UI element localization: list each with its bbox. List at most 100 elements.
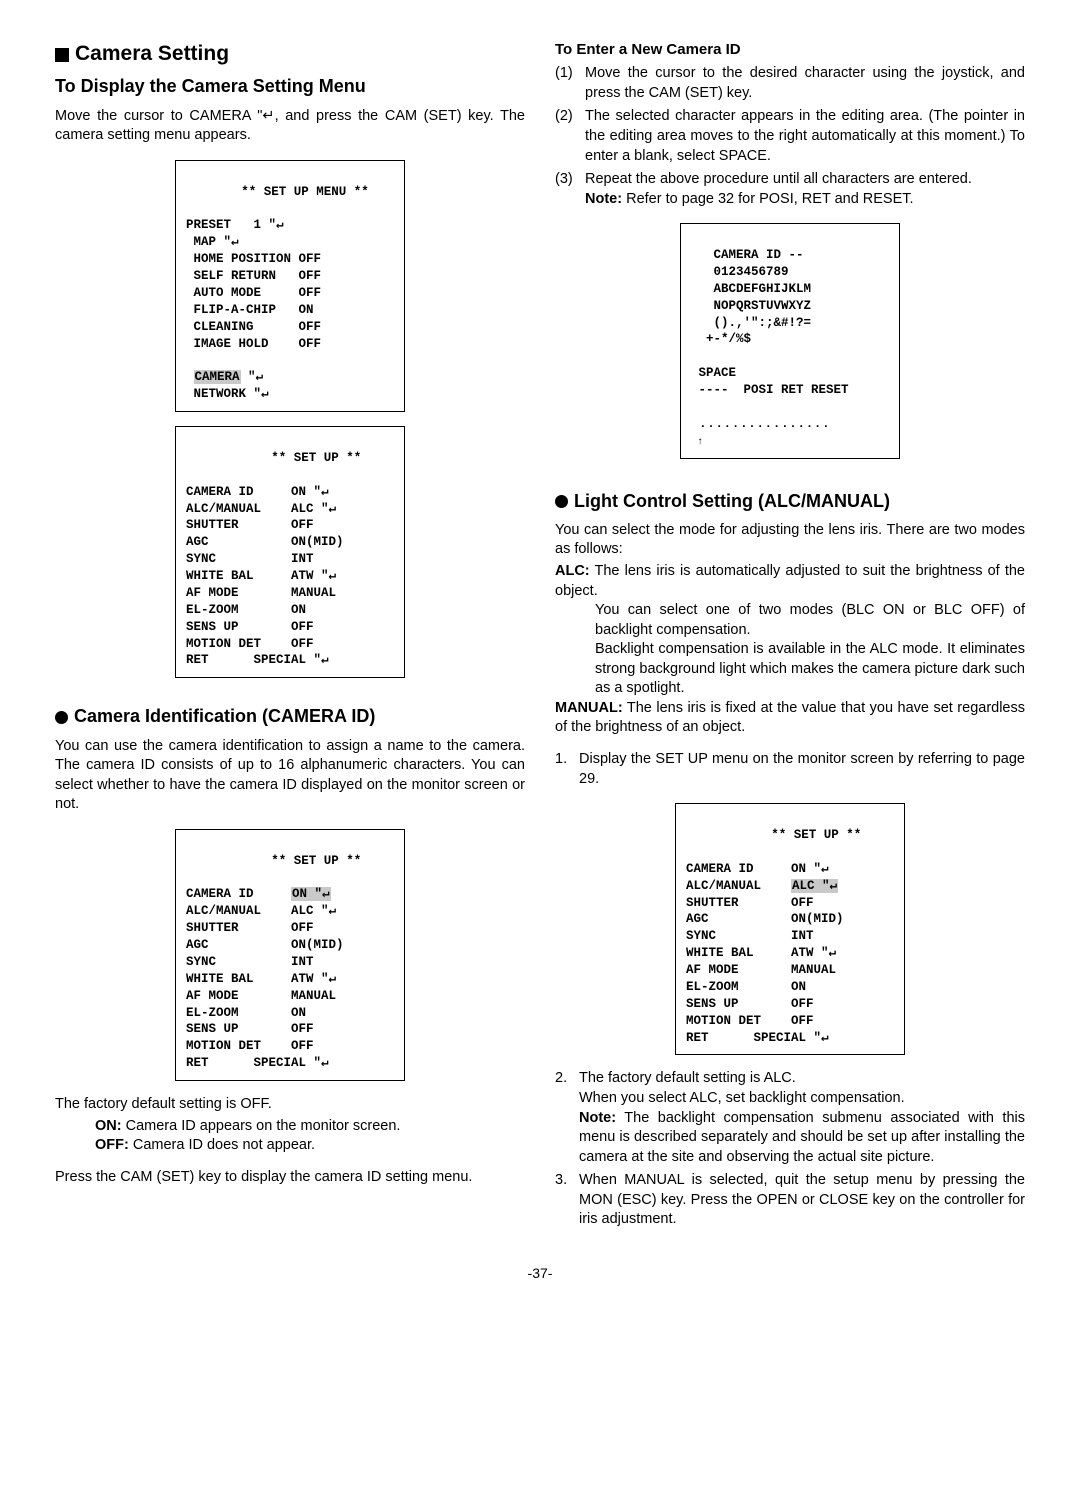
menu1-l10: NETWORK "↵: [186, 387, 269, 401]
numbered-list: 1. Display the SET UP menu on the monito…: [555, 750, 1025, 789]
menu4-l10: RET SPECIAL "↵: [686, 1031, 829, 1045]
subhead-display-menu: To Display the Camera Setting Menu: [55, 74, 525, 98]
enter-camera-id-head: To Enter a New Camera ID: [555, 40, 1025, 60]
menu1-l5: FLIP-A-CHIP ON: [186, 303, 314, 317]
cm-l7: SPACE: [691, 366, 736, 380]
nitem-1: 1. Display the SET UP menu on the monito…: [555, 750, 1025, 789]
menu2-l5: WHITE BAL ATW "↵: [186, 569, 336, 583]
setup-menu-box-1: ** SET UP MENU ** PRESET 1 "↵ MAP "↵ HOM…: [175, 160, 405, 412]
camera-id-para: You can use the camera identification to…: [55, 737, 525, 815]
camera-id-head: Camera Identification (CAMERA ID): [55, 704, 525, 728]
section-title-text: Camera Setting: [75, 40, 229, 68]
menu3-highlight: ON "↵: [291, 887, 331, 901]
cm-l0: CAMERA ID --: [691, 248, 804, 262]
menu2-l8: SENS UP OFF: [186, 620, 314, 634]
menu4-l8: SENS UP OFF: [686, 997, 814, 1011]
menu2-l3: AGC ON(MID): [186, 535, 344, 549]
step-3-note-label: Note:: [585, 191, 622, 207]
menu4-title: ** SET UP **: [686, 827, 894, 844]
menu1-l9-highlight: CAMERA: [194, 370, 241, 384]
menu1-l4: AUTO MODE OFF: [186, 286, 321, 300]
nitem-2b: When you select ALC, set backlight compe…: [579, 1090, 905, 1106]
menu1-l3: SELF RETURN OFF: [186, 269, 321, 283]
numbered-list-2: 2. The factory default setting is ALC. W…: [555, 1069, 1025, 1230]
alc-def-block: ALC: The lens iris is automatically adju…: [555, 562, 1025, 601]
nitem-2-note-label: Note:: [579, 1110, 616, 1126]
menu1-l2: HOME POSITION OFF: [186, 252, 321, 266]
cm-l1: 0123456789: [691, 265, 789, 279]
circle-icon: [55, 711, 68, 724]
cm-l3: NOPQRSTUVWXYZ: [691, 299, 811, 313]
nitem-3-num: 3.: [555, 1171, 579, 1230]
cm-l8: ---- POSI RET RESET: [691, 383, 849, 397]
menu4-l0: CAMERA ID ON "↵: [686, 862, 829, 876]
menu1-l6: CLEANING OFF: [186, 320, 321, 334]
menu4-l9: MOTION DET OFF: [686, 1014, 814, 1028]
off-label: OFF:: [95, 1137, 129, 1153]
nitem-2-note: The backlight compensation submenu assoc…: [579, 1110, 1025, 1165]
menu2-title: ** SET UP **: [186, 450, 394, 467]
alc-text2: You can select one of two modes (BLC ON …: [555, 601, 1025, 640]
off-text: Camera ID does not appear.: [129, 1137, 315, 1153]
cm-l2: ABCDEFGHIJKLM: [691, 282, 811, 296]
step-2: (2) The selected character appears in th…: [555, 107, 1025, 166]
menu3-l8: SENS UP OFF: [186, 1022, 314, 1036]
light-intro: You can select the mode for adjusting th…: [555, 521, 1025, 560]
cm-caret: ↑: [691, 437, 703, 448]
on-text: Camera ID appears on the monitor screen.: [122, 1118, 401, 1134]
menu3-l1: ALC/MANUAL ALC "↵: [186, 904, 336, 918]
step-1-text: Move the cursor to the desired character…: [585, 64, 1025, 103]
alc-text1: The lens iris is automatically adjusted …: [555, 563, 1025, 599]
menu3-title: ** SET UP **: [186, 853, 394, 870]
off-def: OFF: Camera ID does not appear.: [55, 1136, 525, 1156]
menu2-l10: RET SPECIAL "↵: [186, 653, 329, 667]
setup-menu-box-2: ** SET UP ** CAMERA ID ON "↵ ALC/MANUAL …: [175, 426, 405, 678]
step-3-text: Repeat the above procedure until all cha…: [585, 171, 972, 187]
step-2-num: (2): [555, 107, 585, 166]
nitem-2: 2. The factory default setting is ALC. W…: [555, 1069, 1025, 1167]
press-cam-para: Press the CAM (SET) key to display the c…: [55, 1168, 525, 1188]
alc-text3: Backlight compensation is available in t…: [555, 640, 1025, 699]
on-def: ON: Camera ID appears on the monitor scr…: [55, 1117, 525, 1137]
camera-id-head-text: Camera Identification (CAMERA ID): [74, 704, 375, 728]
menu1-l0: PRESET 1 "↵: [186, 218, 284, 232]
menu2-l9: MOTION DET OFF: [186, 637, 314, 651]
enter-steps-list: (1) Move the cursor to the desired chara…: [555, 64, 1025, 209]
step-3: (3) Repeat the above procedure until all…: [555, 170, 1025, 209]
menu4-highlight: ALC "↵: [791, 879, 838, 893]
step-2-text: The selected character appears in the ed…: [585, 107, 1025, 166]
menu3-l7: EL-ZOOM ON: [186, 1006, 306, 1020]
menu3-l4: SYNC INT: [186, 955, 314, 969]
intro-a: Move the cursor to CAMERA: [55, 108, 257, 124]
intro-paragraph: Move the cursor to CAMERA "↵, and press …: [55, 107, 525, 146]
menu2-l2: SHUTTER OFF: [186, 518, 314, 532]
menu4-l4: SYNC INT: [686, 929, 814, 943]
square-icon: [55, 48, 69, 62]
menu3-l6: AF MODE MANUAL: [186, 989, 336, 1003]
cursor-icon: "↵: [257, 108, 274, 124]
nitem-2-body: The factory default setting is ALC. When…: [579, 1069, 1025, 1167]
nitem-3: 3. When MANUAL is selected, quit the set…: [555, 1171, 1025, 1230]
menu4-l3: AGC ON(MID): [686, 912, 844, 926]
menu2-l0: CAMERA ID ON "↵: [186, 485, 329, 499]
light-control-head: Light Control Setting (ALC/MANUAL): [555, 489, 1025, 513]
setup-menu-box-3: ** SET UP ** CAMERA ID ON "↵ ALC/MANUAL …: [175, 829, 405, 1081]
menu4-l7: EL-ZOOM ON: [686, 980, 806, 994]
man-text: The lens iris is fixed at the value that…: [555, 700, 1025, 736]
factory-default-line: The factory default setting is OFF.: [55, 1095, 525, 1115]
menu4-l2: SHUTTER OFF: [686, 896, 814, 910]
step-1-num: (1): [555, 64, 585, 103]
menu3-l3: AGC ON(MID): [186, 938, 344, 952]
menu2-l6: AF MODE MANUAL: [186, 586, 336, 600]
menu2-l4: SYNC INT: [186, 552, 314, 566]
manual-def-block: MANUAL: The lens iris is fixed at the va…: [555, 699, 1025, 738]
circle-icon-2: [555, 495, 568, 508]
menu3-l5: WHITE BAL ATW "↵: [186, 972, 336, 986]
step-3-note-text: Refer to page 32 for POSI, RET and RESET…: [622, 191, 914, 207]
nitem-3-text: When MANUAL is selected, quit the setup …: [579, 1171, 1025, 1230]
cm-l4: ().,'":;&#!?=: [691, 316, 811, 330]
on-label: ON:: [95, 1118, 122, 1134]
step-3-body: Repeat the above procedure until all cha…: [585, 170, 1025, 209]
menu4-l6: AF MODE MANUAL: [686, 963, 836, 977]
section-title: Camera Setting: [55, 40, 525, 68]
